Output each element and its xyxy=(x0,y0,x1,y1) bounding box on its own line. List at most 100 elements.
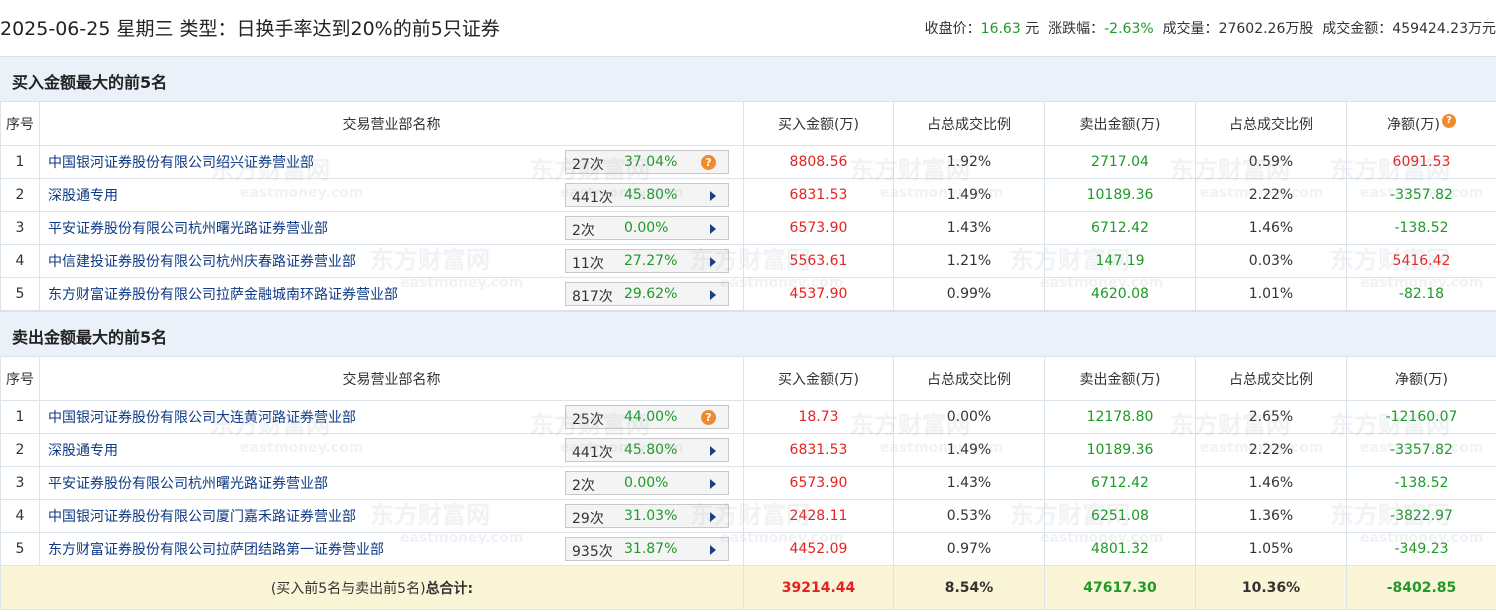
total-buy: 39214.44 xyxy=(743,565,894,610)
buy-amount: 5563.61 xyxy=(743,244,894,278)
buy-amount: 6573.90 xyxy=(743,466,894,500)
page-title: 2025-06-25 星期三 类型：日换手率达到20%的前5只证券 xyxy=(0,18,500,40)
buy-amount: 6831.53 xyxy=(743,433,894,467)
history-stats-button[interactable]: 935次 31.87% xyxy=(565,537,729,561)
stock-stats: 收盘价：16.63 元 涨跌幅：-2.63% 成交量：27602.26万股 成交… xyxy=(925,18,1496,38)
success-rate: 37.04% xyxy=(624,154,678,170)
volume-label: 成交量： xyxy=(1162,21,1219,37)
branch-name-cell: 深股通专用 441次 45.80% xyxy=(39,178,744,212)
history-stats-button[interactable]: 25次 44.00%? xyxy=(565,405,729,429)
help-icon[interactable]: ? xyxy=(1441,113,1456,128)
sell-amount: 10189.36 xyxy=(1044,433,1196,467)
success-rate: 45.80% xyxy=(624,442,678,458)
branch-name-link[interactable]: 平安证券股份有限公司杭州曙光路证券营业部 xyxy=(48,218,328,238)
net-amount: -82.18 xyxy=(1346,277,1496,311)
success-rate: 0.00% xyxy=(624,220,669,236)
history-stats-button[interactable]: 29次 31.03% xyxy=(565,504,729,528)
branch-name-link[interactable]: 东方财富证券股份有限公司拉萨金融城南环路证券营业部 xyxy=(48,284,398,304)
sell-table-header: 序号 交易营业部名称 买入金额(万) 占总成交比例 卖出金额(万) 占总成交比例… xyxy=(0,356,1496,401)
col-no: 序号 xyxy=(0,356,40,401)
history-stats-button[interactable]: 2次 0.00% xyxy=(565,471,729,495)
row-no: 5 xyxy=(0,277,40,311)
col-buy: 买入金额(万) xyxy=(743,356,894,401)
row-no: 1 xyxy=(0,145,40,179)
branch-name-cell: 中国银河证券股份有限公司大连黄河路证券营业部 25次 44.00%? xyxy=(39,400,744,434)
branch-name-cell: 中国银河证券股份有限公司绍兴证券营业部 27次 37.04%? xyxy=(39,145,744,179)
col-buy-pct: 占总成交比例 xyxy=(893,356,1045,401)
expand-arrow-icon[interactable] xyxy=(710,290,716,300)
sell-pct: 1.36% xyxy=(1195,499,1347,533)
amount-label: 成交金额： xyxy=(1322,21,1393,37)
table-row: 4 中信建投证券股份有限公司杭州庆春路证券营业部 11次 27.27% 5563.61 1… xyxy=(0,244,1496,278)
help-icon[interactable]: ? xyxy=(701,410,716,425)
buy-section-title: 买入金额最大的前5名 xyxy=(12,73,168,92)
branch-name-link[interactable]: 东方财富证券股份有限公司拉萨团结路第一证券营业部 xyxy=(48,539,384,559)
total-label-prefix: (买入前5名与卖出前5名) xyxy=(270,580,426,597)
sell-table: 序号 交易营业部名称 买入金额(万) 占总成交比例 卖出金额(万) 占总成交比例… xyxy=(0,356,1496,610)
col-buy: 买入金额(万) xyxy=(743,101,894,146)
history-stats-button[interactable]: 11次 27.27% xyxy=(565,249,729,273)
table-row: 2 深股通专用 441次 45.80% 6831.53 1.49% 10189.36 2.22… xyxy=(0,178,1496,212)
table-row: 1 中国银河证券股份有限公司大连黄河路证券营业部 25次 44.00%? 18.73 0.… xyxy=(0,400,1496,434)
buy-pct: 0.00% xyxy=(893,400,1045,434)
col-no: 序号 xyxy=(0,101,40,146)
branch-name-link[interactable]: 深股通专用 xyxy=(48,185,118,205)
col-sell-pct: 占总成交比例 xyxy=(1195,356,1347,401)
help-icon[interactable]: ? xyxy=(701,155,716,170)
row-no: 4 xyxy=(0,499,40,533)
buy-table: 序号 交易营业部名称 买入金额(万) 占总成交比例 卖出金额(万) 占总成交比例… xyxy=(0,101,1496,311)
success-rate: 27.27% xyxy=(624,253,678,269)
history-stats-button[interactable]: 27次 37.04%? xyxy=(565,150,729,174)
sell-pct: 0.59% xyxy=(1195,145,1347,179)
table-row: 3 平安证券股份有限公司杭州曙光路证券营业部 2次 0.00% 6573.90 1.43%… xyxy=(0,211,1496,245)
expand-arrow-icon[interactable] xyxy=(710,224,716,234)
history-stats-button[interactable]: 817次 29.62% xyxy=(565,282,729,306)
expand-arrow-icon[interactable] xyxy=(710,446,716,456)
col-buy-pct: 占总成交比例 xyxy=(893,101,1045,146)
close-price-value: 16.63 xyxy=(980,21,1021,37)
net-amount: -12160.07 xyxy=(1346,400,1496,434)
branch-name-link[interactable]: 中国银河证券股份有限公司厦门嘉禾路证券营业部 xyxy=(48,506,356,526)
sell-section-title: 卖出金额最大的前5名 xyxy=(12,328,168,347)
buy-pct: 1.43% xyxy=(893,466,1045,500)
branch-name-link[interactable]: 平安证券股份有限公司杭州曙光路证券营业部 xyxy=(48,473,328,493)
expand-arrow-icon[interactable] xyxy=(710,512,716,522)
net-amount: 5416.42 xyxy=(1346,244,1496,278)
branch-name-link[interactable]: 深股通专用 xyxy=(48,440,118,460)
close-price-unit: 元 xyxy=(1025,21,1040,37)
buy-pct: 0.53% xyxy=(893,499,1045,533)
top-bar: 2025-06-25 星期三 类型：日换手率达到20%的前5只证券 收盘价：16… xyxy=(0,0,1496,56)
expand-arrow-icon[interactable] xyxy=(710,191,716,201)
sell-amount: 147.19 xyxy=(1044,244,1196,278)
table-row: 1 中国银河证券股份有限公司绍兴证券营业部 27次 37.04%? 8808.56 1.9… xyxy=(0,145,1496,179)
buy-pct: 1.92% xyxy=(893,145,1045,179)
total-sell: 47617.30 xyxy=(1044,565,1196,610)
history-stats-button[interactable]: 441次 45.80% xyxy=(565,438,729,462)
total-label: (买入前5名与卖出前5名)总合计: xyxy=(0,565,744,610)
buy-table-header: 序号 交易营业部名称 买入金额(万) 占总成交比例 卖出金额(万) 占总成交比例… xyxy=(0,101,1496,146)
success-rate: 44.00% xyxy=(624,409,678,425)
total-sell-pct: 10.36% xyxy=(1195,565,1347,610)
volume-value: 27602.26万股 xyxy=(1218,21,1314,37)
buy-amount: 6831.53 xyxy=(743,178,894,212)
sell-pct: 1.46% xyxy=(1195,466,1347,500)
branch-name-link[interactable]: 中国银河证券股份有限公司绍兴证券营业部 xyxy=(48,152,314,172)
total-net: -8402.85 xyxy=(1346,565,1496,610)
buy-pct: 1.21% xyxy=(893,244,1045,278)
times-count: 2次 xyxy=(572,223,595,239)
row-no: 3 xyxy=(0,466,40,500)
expand-arrow-icon[interactable] xyxy=(710,257,716,267)
table-row: 4 中国银河证券股份有限公司厦门嘉禾路证券营业部 29次 31.03% 2428.11 0… xyxy=(0,499,1496,533)
times-count: 441次 xyxy=(572,190,613,206)
expand-arrow-icon[interactable] xyxy=(710,545,716,555)
expand-arrow-icon[interactable] xyxy=(710,479,716,489)
buy-pct: 0.99% xyxy=(893,277,1045,311)
sell-amount: 6712.42 xyxy=(1044,211,1196,245)
branch-name-link[interactable]: 中国银河证券股份有限公司大连黄河路证券营业部 xyxy=(48,407,356,427)
history-stats-button[interactable]: 441次 45.80% xyxy=(565,183,729,207)
amount-value: 459424.23万元 xyxy=(1392,21,1496,37)
history-stats-button[interactable]: 2次 0.00% xyxy=(565,216,729,240)
row-no: 4 xyxy=(0,244,40,278)
buy-pct: 0.97% xyxy=(893,532,1045,566)
branch-name-link[interactable]: 中信建投证券股份有限公司杭州庆春路证券营业部 xyxy=(48,251,356,271)
